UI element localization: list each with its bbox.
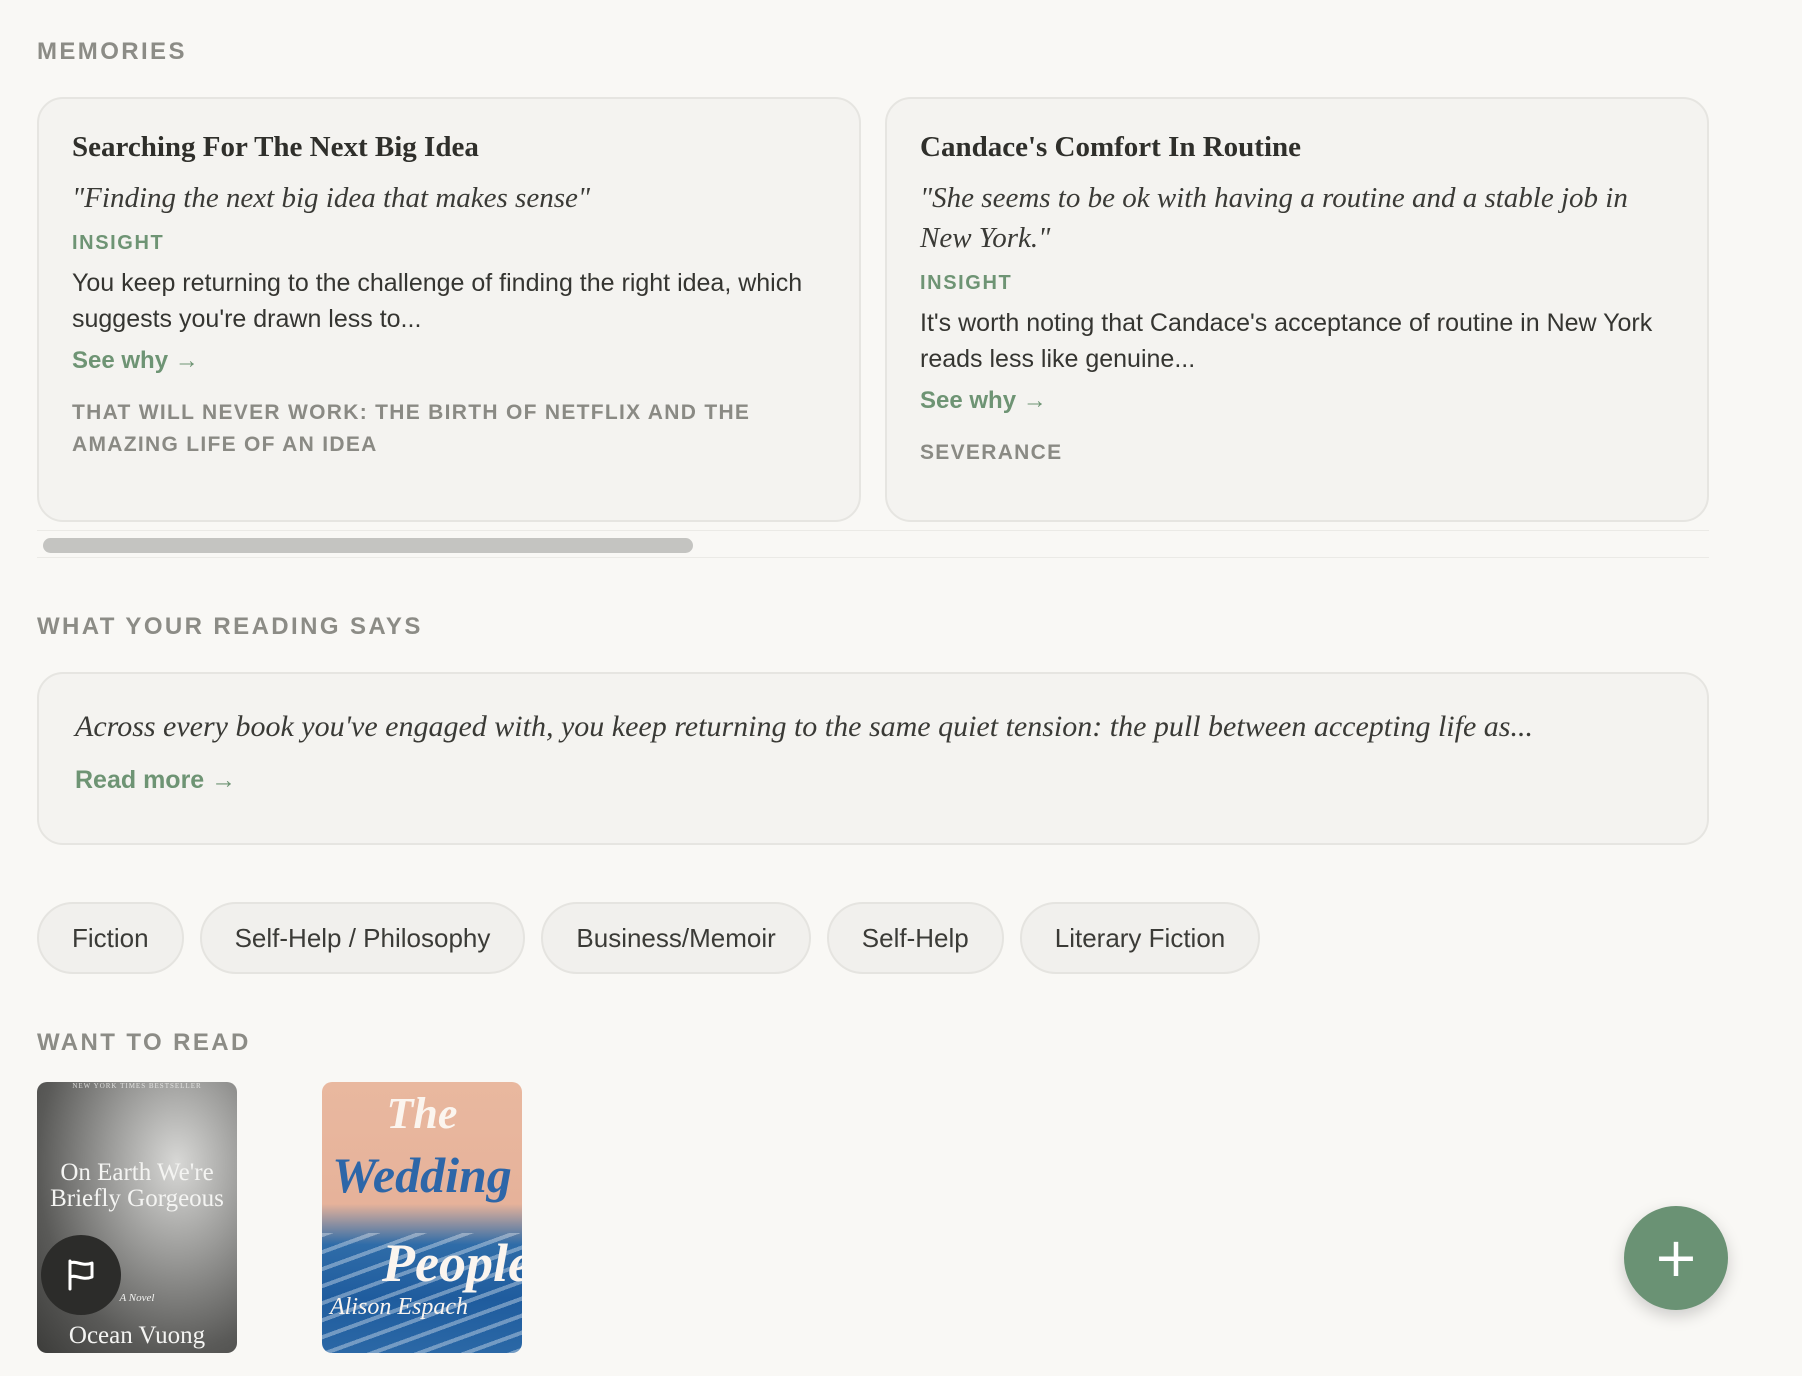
genre-chip-self-help-philosophy[interactable]: Self-Help / Philosophy [199, 902, 526, 974]
memory-quote: "Finding the next big idea that makes se… [72, 182, 591, 214]
insight-label: INSIGHT [72, 232, 165, 254]
genre-chip-business-memoir[interactable]: Business/Memoir [541, 902, 811, 974]
memories-carousel[interactable]: Searching For The Next Big Idea "Finding… [37, 97, 1709, 522]
memory-card[interactable]: Candace's Comfort In Routine "She seems … [885, 97, 1709, 522]
genre-chip-self-help[interactable]: Self-Help [826, 902, 1004, 974]
reading-heading: WHAT YOUR READING SAYS [37, 613, 423, 640]
cover-author: Alison Espach [330, 1294, 468, 1320]
memory-book-source: SEVERANCE [920, 441, 1063, 464]
reading-summary-card: Across every book you've engaged with, y… [37, 672, 1709, 845]
flag-icon [68, 1259, 94, 1291]
book-cover-wedding-people[interactable]: The Wedding People Alison Espach [322, 1082, 522, 1353]
reading-summary-text: Across every book you've engaged with, y… [75, 710, 1533, 743]
see-why-link[interactable]: See why → [72, 347, 199, 375]
cover-title: On Earth We're Briefly Gorgeous [50, 1159, 224, 1212]
insight-text: It's worth noting that Candace's accepta… [920, 309, 1653, 373]
cover-title-wedding: Wedding [332, 1147, 512, 1203]
genre-chip-literary-fiction[interactable]: Literary Fiction [1019, 902, 1261, 974]
horizontal-scrollbar[interactable] [37, 530, 1709, 558]
memory-title: Searching For The Next Big Idea [72, 131, 479, 163]
read-more-link[interactable]: Read more → [75, 766, 236, 795]
insight-label: INSIGHT [920, 272, 1013, 294]
memory-book-source: THAT WILL NEVER WORK: THE BIRTH OF NETFL… [72, 401, 751, 456]
memory-quote: "She seems to be ok with having a routin… [920, 182, 1628, 254]
cover-top-line: NEW YORK TIMES BESTSELLER [72, 1082, 202, 1090]
cover-author: Ocean Vuong [68, 1322, 206, 1349]
memory-card[interactable]: Searching For The Next Big Idea "Finding… [37, 97, 861, 522]
memory-title: Candace's Comfort In Routine [920, 131, 1302, 163]
memories-heading: MEMORIES [37, 38, 187, 65]
want-to-read-heading: WANT TO READ [37, 1029, 251, 1056]
genre-chips: Fiction Self-Help / Philosophy Business/… [37, 902, 1261, 974]
add-button[interactable]: + [1624, 1206, 1728, 1310]
page: MEMORIES Searching For The Next Big Idea… [0, 0, 1802, 1376]
scrollbar-thumb[interactable] [43, 538, 693, 553]
insight-text: You keep returning to the challenge of f… [72, 269, 803, 333]
genre-chip-fiction[interactable]: Fiction [37, 902, 184, 974]
cover-title-people: People [382, 1233, 522, 1293]
flag-button[interactable] [41, 1235, 121, 1315]
cover-title-the: The [386, 1089, 458, 1138]
plus-icon: + [1653, 1226, 1699, 1289]
see-why-link[interactable]: See why → [920, 387, 1047, 415]
